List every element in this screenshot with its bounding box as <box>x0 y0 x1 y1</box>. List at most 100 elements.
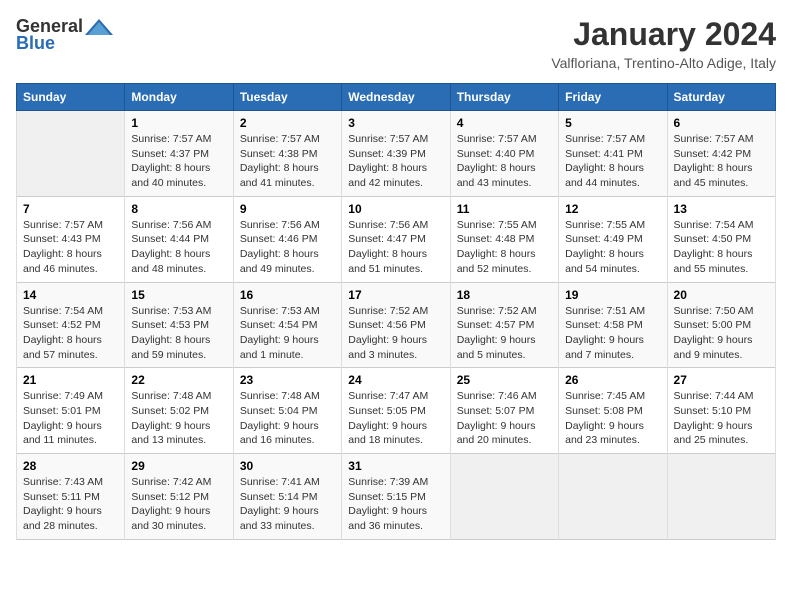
day-number: 28 <box>23 459 118 473</box>
cell-content: Sunrise: 7:57 AM Sunset: 4:39 PM Dayligh… <box>348 132 443 191</box>
calendar-cell: 3 Sunrise: 7:57 AM Sunset: 4:39 PM Daylig… <box>342 111 450 197</box>
cell-content: Sunrise: 7:52 AM Sunset: 4:56 PM Dayligh… <box>348 304 443 363</box>
day-number: 8 <box>131 202 226 216</box>
day-number: 16 <box>240 288 335 302</box>
calendar-week-row: 21Sunrise: 7:49 AM Sunset: 5:01 PM Dayli… <box>17 368 776 454</box>
day-number: 24 <box>348 373 443 387</box>
day-header-monday: Monday <box>125 84 233 111</box>
calendar-cell: 5 Sunrise: 7:57 AM Sunset: 4:41 PM Daylig… <box>559 111 667 197</box>
calendar-cell <box>450 454 558 540</box>
day-header-sunday: Sunday <box>17 84 125 111</box>
day-header-thursday: Thursday <box>450 84 558 111</box>
day-number: 3 <box>348 116 443 130</box>
calendar-cell: 24 Sunrise: 7:47 AM Sunset: 5:05 PM Dayli… <box>342 368 450 454</box>
calendar-cell: 8 Sunrise: 7:56 AM Sunset: 4:44 PM Daylig… <box>125 196 233 282</box>
day-number: 10 <box>348 202 443 216</box>
day-number: 1 <box>131 116 226 130</box>
calendar-week-row: 14 Sunrise: 7:54 AM Sunset: 4:52 PM Dayli… <box>17 282 776 368</box>
logo-blue-text: Blue <box>16 33 55 54</box>
cell-content: Sunrise: 7:53 AM Sunset: 4:54 PM Dayligh… <box>240 304 335 363</box>
cell-content: Sunrise: 7:45 AM Sunset: 5:08 PM Dayligh… <box>565 389 660 448</box>
title-section: January 2024 Valfloriana, Trentino-Alto … <box>551 16 776 71</box>
cell-content: Sunrise: 7:43 AM Sunset: 5:11 PM Dayligh… <box>23 475 118 534</box>
calendar-cell: 11Sunrise: 7:55 AM Sunset: 4:48 PM Dayli… <box>450 196 558 282</box>
day-header-wednesday: Wednesday <box>342 84 450 111</box>
calendar-cell: 13Sunrise: 7:54 AM Sunset: 4:50 PM Dayli… <box>667 196 775 282</box>
day-number: 15 <box>131 288 226 302</box>
day-number: 5 <box>565 116 660 130</box>
calendar-cell: 26 Sunrise: 7:45 AM Sunset: 5:08 PM Dayli… <box>559 368 667 454</box>
calendar-cell: 29 Sunrise: 7:42 AM Sunset: 5:12 PM Dayli… <box>125 454 233 540</box>
calendar-cell: 20Sunrise: 7:50 AM Sunset: 5:00 PM Dayli… <box>667 282 775 368</box>
calendar-cell: 27 Sunrise: 7:44 AM Sunset: 5:10 PM Dayli… <box>667 368 775 454</box>
day-number: 23 <box>240 373 335 387</box>
day-header-friday: Friday <box>559 84 667 111</box>
day-number: 26 <box>565 373 660 387</box>
cell-content: Sunrise: 7:56 AM Sunset: 4:46 PM Dayligh… <box>240 218 335 277</box>
calendar-cell: 4Sunrise: 7:57 AM Sunset: 4:40 PM Daylig… <box>450 111 558 197</box>
day-number: 27 <box>674 373 769 387</box>
calendar-cell: 23 Sunrise: 7:48 AM Sunset: 5:04 PM Dayli… <box>233 368 341 454</box>
day-number: 29 <box>131 459 226 473</box>
calendar-cell: 25 Sunrise: 7:46 AM Sunset: 5:07 PM Dayli… <box>450 368 558 454</box>
day-number: 30 <box>240 459 335 473</box>
calendar-cell: 16 Sunrise: 7:53 AM Sunset: 4:54 PM Dayli… <box>233 282 341 368</box>
cell-content: Sunrise: 7:41 AM Sunset: 5:14 PM Dayligh… <box>240 475 335 534</box>
month-year-title: January 2024 <box>551 16 776 53</box>
cell-content: Sunrise: 7:47 AM Sunset: 5:05 PM Dayligh… <box>348 389 443 448</box>
day-header-saturday: Saturday <box>667 84 775 111</box>
logo-icon <box>85 17 113 37</box>
calendar-cell <box>559 454 667 540</box>
calendar-cell: 21Sunrise: 7:49 AM Sunset: 5:01 PM Dayli… <box>17 368 125 454</box>
cell-content: Sunrise: 7:46 AM Sunset: 5:07 PM Dayligh… <box>457 389 552 448</box>
calendar-cell: 6Sunrise: 7:57 AM Sunset: 4:42 PM Daylig… <box>667 111 775 197</box>
cell-content: Sunrise: 7:48 AM Sunset: 5:02 PM Dayligh… <box>131 389 226 448</box>
cell-content: Sunrise: 7:54 AM Sunset: 4:52 PM Dayligh… <box>23 304 118 363</box>
calendar-table: SundayMondayTuesdayWednesdayThursdayFrid… <box>16 83 776 540</box>
cell-content: Sunrise: 7:44 AM Sunset: 5:10 PM Dayligh… <box>674 389 769 448</box>
calendar-cell: 15 Sunrise: 7:53 AM Sunset: 4:53 PM Dayli… <box>125 282 233 368</box>
day-number: 11 <box>457 202 552 216</box>
cell-content: Sunrise: 7:56 AM Sunset: 4:44 PM Dayligh… <box>131 218 226 277</box>
day-number: 12 <box>565 202 660 216</box>
cell-content: Sunrise: 7:48 AM Sunset: 5:04 PM Dayligh… <box>240 389 335 448</box>
calendar-cell: 9Sunrise: 7:56 AM Sunset: 4:46 PM Daylig… <box>233 196 341 282</box>
calendar-week-row: 7Sunrise: 7:57 AM Sunset: 4:43 PM Daylig… <box>17 196 776 282</box>
calendar-cell: 12Sunrise: 7:55 AM Sunset: 4:49 PM Dayli… <box>559 196 667 282</box>
cell-content: Sunrise: 7:49 AM Sunset: 5:01 PM Dayligh… <box>23 389 118 448</box>
day-number: 25 <box>457 373 552 387</box>
calendar-cell: 22 Sunrise: 7:48 AM Sunset: 5:02 PM Dayli… <box>125 368 233 454</box>
day-number: 22 <box>131 373 226 387</box>
calendar-cell: 7Sunrise: 7:57 AM Sunset: 4:43 PM Daylig… <box>17 196 125 282</box>
cell-content: Sunrise: 7:56 AM Sunset: 4:47 PM Dayligh… <box>348 218 443 277</box>
cell-content: Sunrise: 7:57 AM Sunset: 4:41 PM Dayligh… <box>565 132 660 191</box>
cell-content: Sunrise: 7:51 AM Sunset: 4:58 PM Dayligh… <box>565 304 660 363</box>
calendar-week-row: 1Sunrise: 7:57 AM Sunset: 4:37 PM Daylig… <box>17 111 776 197</box>
cell-content: Sunrise: 7:42 AM Sunset: 5:12 PM Dayligh… <box>131 475 226 534</box>
day-headers-row: SundayMondayTuesdayWednesdayThursdayFrid… <box>17 84 776 111</box>
day-number: 17 <box>348 288 443 302</box>
calendar-cell: 30 Sunrise: 7:41 AM Sunset: 5:14 PM Dayli… <box>233 454 341 540</box>
cell-content: Sunrise: 7:57 AM Sunset: 4:42 PM Dayligh… <box>674 132 769 191</box>
calendar-cell: 19Sunrise: 7:51 AM Sunset: 4:58 PM Dayli… <box>559 282 667 368</box>
calendar-cell: 1Sunrise: 7:57 AM Sunset: 4:37 PM Daylig… <box>125 111 233 197</box>
calendar-cell: 2Sunrise: 7:57 AM Sunset: 4:38 PM Daylig… <box>233 111 341 197</box>
day-number: 14 <box>23 288 118 302</box>
cell-content: Sunrise: 7:57 AM Sunset: 4:40 PM Dayligh… <box>457 132 552 191</box>
day-number: 18 <box>457 288 552 302</box>
day-number: 7 <box>23 202 118 216</box>
calendar-cell: 17 Sunrise: 7:52 AM Sunset: 4:56 PM Dayli… <box>342 282 450 368</box>
page-header: General Blue January 2024 Valfloriana, T… <box>16 16 776 71</box>
location-subtitle: Valfloriana, Trentino-Alto Adige, Italy <box>551 55 776 71</box>
day-number: 13 <box>674 202 769 216</box>
cell-content: Sunrise: 7:39 AM Sunset: 5:15 PM Dayligh… <box>348 475 443 534</box>
calendar-cell: 28 Sunrise: 7:43 AM Sunset: 5:11 PM Dayli… <box>17 454 125 540</box>
day-number: 31 <box>348 459 443 473</box>
day-header-tuesday: Tuesday <box>233 84 341 111</box>
logo: General Blue <box>16 16 113 54</box>
calendar-cell <box>667 454 775 540</box>
cell-content: Sunrise: 7:52 AM Sunset: 4:57 PM Dayligh… <box>457 304 552 363</box>
calendar-cell: 18 Sunrise: 7:52 AM Sunset: 4:57 PM Dayli… <box>450 282 558 368</box>
cell-content: Sunrise: 7:53 AM Sunset: 4:53 PM Dayligh… <box>131 304 226 363</box>
calendar-cell <box>17 111 125 197</box>
